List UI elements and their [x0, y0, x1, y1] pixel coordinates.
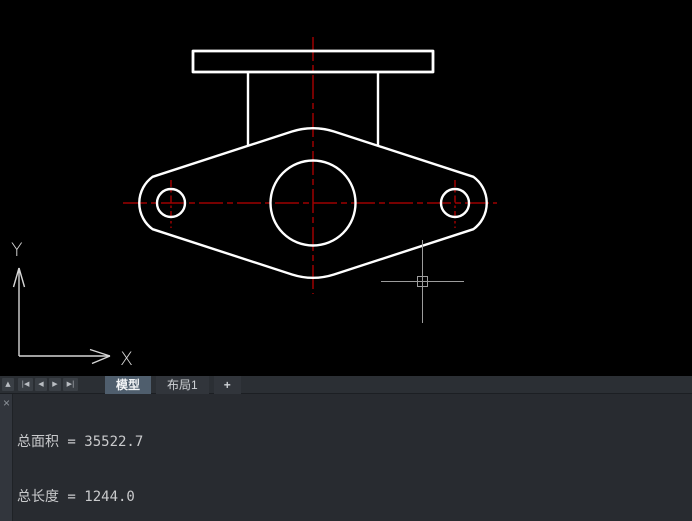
- tab-layout1[interactable]: 布局1: [156, 376, 209, 394]
- command-line-panel[interactable]: × 总面积 = 35522.7 总长度 = 1244.0 选取减去面积的对象: …: [0, 394, 692, 521]
- drawing-svg: Y X: [0, 0, 692, 376]
- crosshair-cursor: [381, 240, 464, 323]
- ucs-x-label: X: [120, 348, 133, 370]
- ucs-y-label: Y: [11, 239, 23, 261]
- tabbar-prev-tab-button[interactable]: ◀: [35, 378, 47, 391]
- tabbar-next-tab-button[interactable]: ▶: [49, 378, 61, 391]
- tabbar-last-tab-button[interactable]: ▶|: [63, 378, 78, 391]
- drawing-canvas[interactable]: Y X: [0, 0, 692, 376]
- cad-application-window: Y X ▲ |◀ ◀ ▶ ▶| 模型 布局1 + × 总面积 = 35522.7…: [0, 0, 692, 521]
- close-icon[interactable]: ×: [0, 396, 13, 410]
- tab-add-layout[interactable]: +: [214, 376, 241, 394]
- command-history: 总面积 = 35522.7 总长度 = 1244.0 选取减去面积的对象: 面积…: [13, 394, 216, 521]
- layout-tab-bar: ▲ |◀ ◀ ▶ ▶| 模型 布局1 +: [0, 376, 692, 394]
- tab-model[interactable]: 模型: [105, 376, 151, 394]
- ucs-icon: Y X: [11, 239, 133, 370]
- tabbar-first-tab-button[interactable]: |◀: [18, 378, 33, 391]
- command-history-line: 总面积 = 35522.7: [17, 433, 216, 451]
- tabbar-expand-button[interactable]: ▲: [2, 378, 14, 391]
- command-panel-strip: ×: [0, 394, 13, 521]
- command-history-line: 总长度 = 1244.0: [17, 488, 216, 506]
